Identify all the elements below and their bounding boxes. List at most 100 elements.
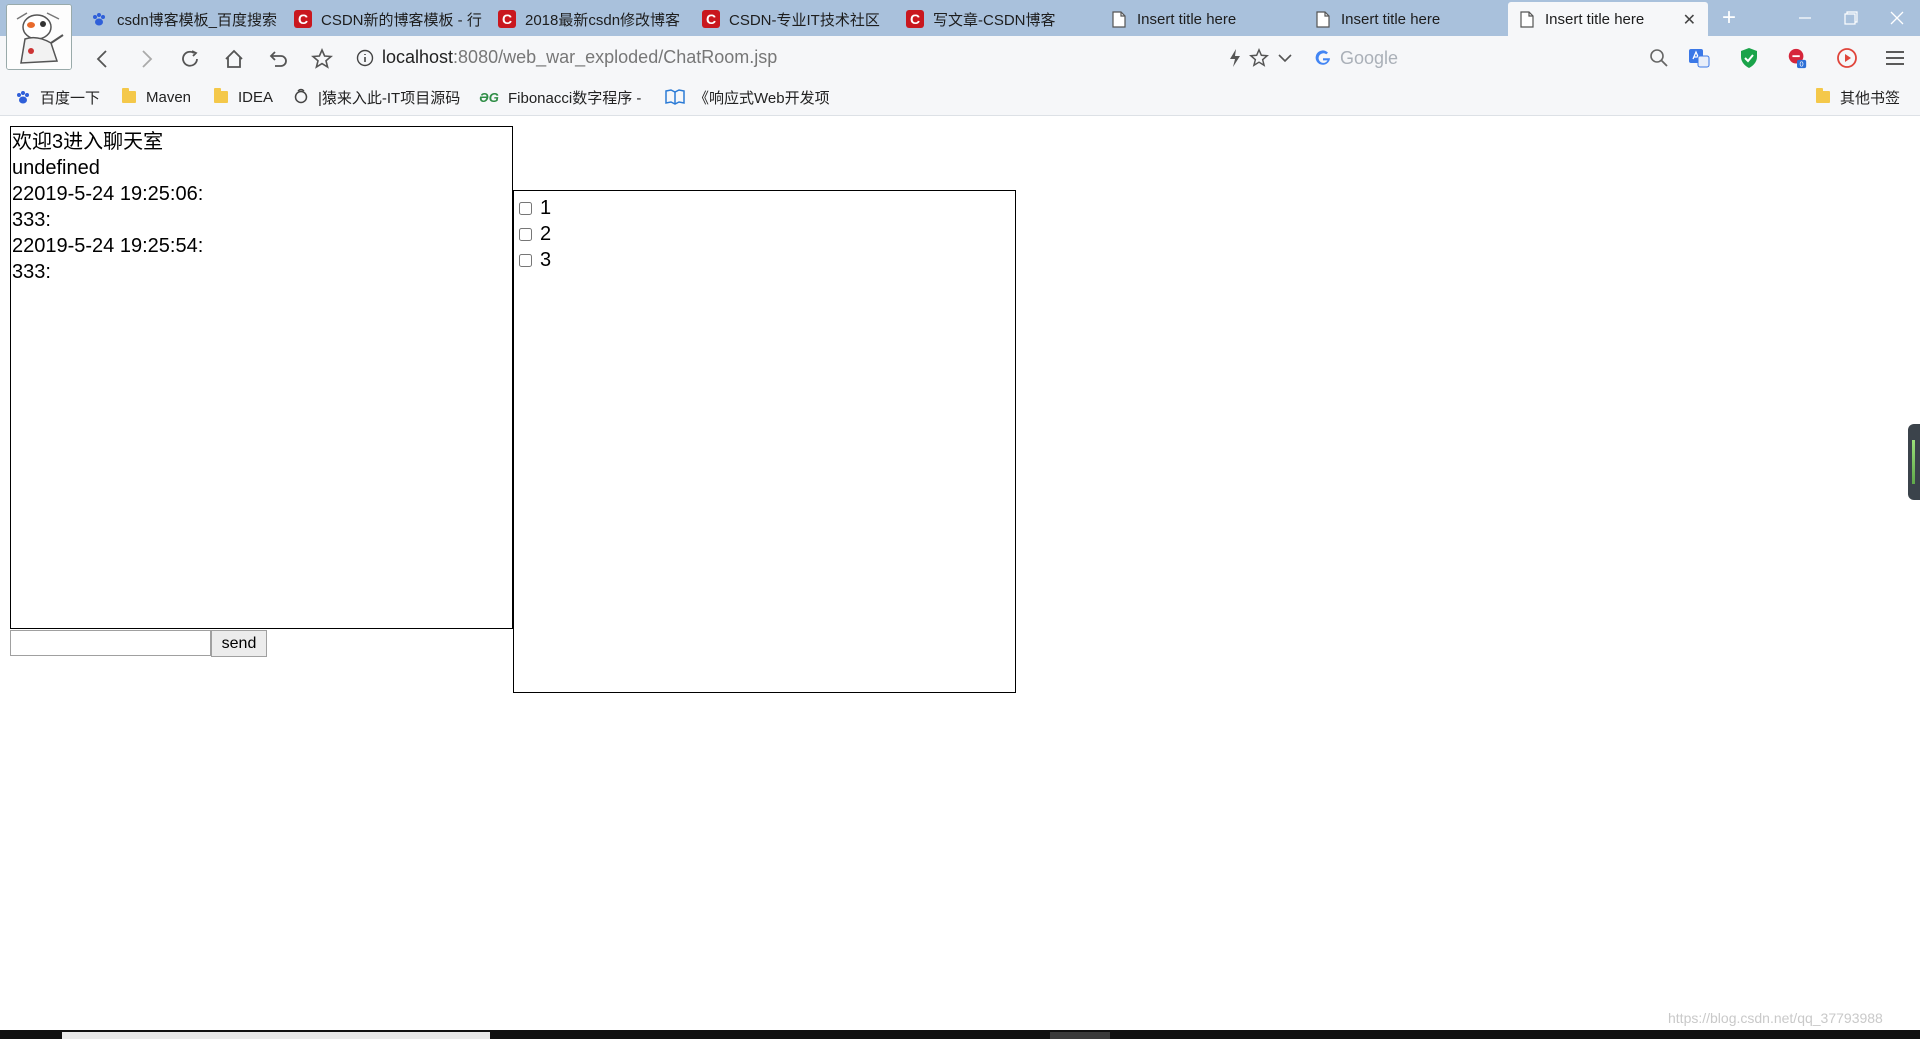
forward-arrow-icon xyxy=(142,50,153,68)
undo-close-button[interactable] xyxy=(263,44,293,74)
undo-icon xyxy=(269,51,287,67)
chat-line: 333: xyxy=(12,209,51,231)
tab-label: csdn博客模板_百度搜索 xyxy=(117,11,278,29)
tab-label: Insert title here xyxy=(1545,10,1645,28)
profile-avatar[interactable] xyxy=(6,4,72,70)
translate-icon[interactable] xyxy=(1688,47,1710,69)
bookmark-label: |猿来入此-IT项目源码 xyxy=(318,89,461,107)
bookmark-baidu[interactable]: 百度一下 xyxy=(14,86,100,108)
taskbar-strip xyxy=(0,1030,1920,1039)
tab-label: 写文章-CSDN博客 xyxy=(933,11,1056,29)
tab-baidu-search[interactable]: csdn博客模板_百度搜索 xyxy=(80,2,278,36)
chevron-down-icon[interactable] xyxy=(1274,47,1296,69)
bookmark-yuanlai[interactable]: |猿来入此-IT项目源码 xyxy=(292,86,462,108)
tab-strip: csdn博客模板_百度搜索 C CSDN新的博客模板 - 行 C 2018最新c… xyxy=(0,0,1920,70)
star-icon xyxy=(311,48,333,69)
tab-label: Insert title here xyxy=(1137,10,1237,28)
bookmark-idea[interactable]: IDEA xyxy=(212,86,273,108)
watermark-text: https://blog.csdn.net/qq_37793988 xyxy=(1668,1010,1883,1026)
csdn-icon: C xyxy=(702,10,720,28)
bookmark-label: IDEA xyxy=(238,88,274,106)
address-bar[interactable]: localhost:8080/web_war_exploded/ChatRoom… xyxy=(382,47,777,68)
message-input[interactable] xyxy=(10,630,211,656)
user-checkbox[interactable] xyxy=(519,201,532,215)
navigation-bar: localhost:8080/web_war_exploded/ChatRoom… xyxy=(0,36,1920,80)
tab-close-icon[interactable]: ✕ xyxy=(1683,10,1696,30)
minimize-button[interactable] xyxy=(1782,0,1828,36)
send-button[interactable]: send xyxy=(211,630,267,657)
book-icon xyxy=(664,88,686,106)
shield-icon[interactable] xyxy=(1738,47,1760,69)
new-tab-button[interactable]: + xyxy=(1714,4,1744,32)
side-float-widget[interactable] xyxy=(1908,424,1920,500)
search-icon[interactable] xyxy=(1648,47,1670,69)
bookmark-star-button[interactable] xyxy=(307,44,337,74)
tab-insert-title-1[interactable]: Insert title here xyxy=(1100,2,1298,36)
page-icon xyxy=(1110,10,1128,28)
tab-csdn-community[interactable]: C CSDN-专业IT技术社区 xyxy=(692,2,890,36)
site-info-icon[interactable] xyxy=(356,49,374,72)
csdn-icon: C xyxy=(498,10,516,28)
flash-icon[interactable] xyxy=(1224,47,1246,69)
address-path: :8080/web_war_exploded/ChatRoom.jsp xyxy=(453,47,778,67)
chat-line: 欢迎3进入聊天室 xyxy=(12,131,164,153)
user-item[interactable]: 3 xyxy=(519,247,1010,273)
restore-button[interactable] xyxy=(1828,0,1874,36)
tab-csdn-template[interactable]: C CSDN新的博客模板 - 行 xyxy=(284,2,482,36)
cartoon-avatar-icon xyxy=(7,5,71,69)
baidu-paw-icon xyxy=(90,10,108,28)
chat-message-area: 欢迎3进入聊天室 undefined 22019-5-24 19:25:06: … xyxy=(10,126,513,629)
google-g-icon xyxy=(1314,49,1332,72)
user-item[interactable]: 2 xyxy=(519,221,1010,247)
video-play-icon[interactable] xyxy=(1836,47,1858,69)
reload-button[interactable] xyxy=(175,44,205,74)
baidu-paw-icon xyxy=(14,88,32,106)
forward-button[interactable] xyxy=(131,44,161,74)
chat-line: 22019-5-24 19:25:54: xyxy=(12,235,204,257)
close-window-button[interactable] xyxy=(1874,0,1920,36)
search-input[interactable] xyxy=(1338,45,1642,71)
user-label: 3 xyxy=(540,249,552,271)
csdn-icon: C xyxy=(294,10,312,28)
bookmark-label: Maven xyxy=(146,88,192,106)
user-checkbox[interactable] xyxy=(519,227,532,241)
bookmark-responsive-web[interactable]: 《响应式Web开发项 xyxy=(664,86,836,108)
favorite-star-icon[interactable] xyxy=(1248,47,1270,69)
bookmark-maven[interactable]: Maven xyxy=(120,86,191,108)
user-checkbox[interactable] xyxy=(519,253,532,267)
chat-line: 22019-5-24 19:25:06: xyxy=(12,183,204,205)
reload-icon xyxy=(182,50,198,67)
menu-icon[interactable] xyxy=(1884,47,1906,69)
folder-icon xyxy=(212,88,230,106)
home-button[interactable] xyxy=(219,44,249,74)
bookmark-label: 其他书签 xyxy=(1840,89,1901,107)
page-icon xyxy=(1518,10,1536,28)
bookmark-other[interactable]: 其他书签 xyxy=(1814,86,1900,108)
minimize-icon xyxy=(1799,17,1811,19)
bookmarks-bar: 百度一下 Maven IDEA |猿来入此-IT项目源码 ƏG Fibonacc… xyxy=(0,80,1920,116)
tab-insert-title-2[interactable]: Insert title here xyxy=(1304,2,1502,36)
taskbar-item[interactable] xyxy=(1050,1032,1110,1039)
folder-icon xyxy=(1814,88,1832,106)
home-icon xyxy=(225,49,243,68)
user-item[interactable]: 1 xyxy=(519,195,1010,221)
taskbar-item[interactable] xyxy=(62,1032,490,1039)
user-label: 1 xyxy=(540,197,552,219)
gg-icon: ƏG xyxy=(479,89,499,105)
tab-label: CSDN新的博客模板 - 行 xyxy=(321,11,482,29)
adblock-icon[interactable]: 0 xyxy=(1786,47,1808,69)
monkey-icon xyxy=(292,88,310,106)
tab-insert-title-active[interactable]: Insert title here ✕ xyxy=(1508,2,1708,36)
tab-label: 2018最新csdn修改博客 xyxy=(525,11,681,29)
user-list: 1 2 3 xyxy=(513,190,1016,693)
address-host: localhost xyxy=(382,47,454,67)
close-icon xyxy=(1890,11,1904,25)
bookmark-label: 《响应式Web开发项 xyxy=(694,89,830,107)
svg-text:0: 0 xyxy=(1800,60,1804,69)
bookmark-fibonacci[interactable]: ƏG Fibonacci数字程序 - xyxy=(478,86,648,108)
csdn-icon: C xyxy=(906,10,924,28)
back-button[interactable] xyxy=(88,44,118,74)
tab-csdn-write[interactable]: C 写文章-CSDN博客 xyxy=(896,2,1094,36)
folder-icon xyxy=(120,88,138,106)
tab-csdn-modify[interactable]: C 2018最新csdn修改博客 xyxy=(488,2,686,36)
